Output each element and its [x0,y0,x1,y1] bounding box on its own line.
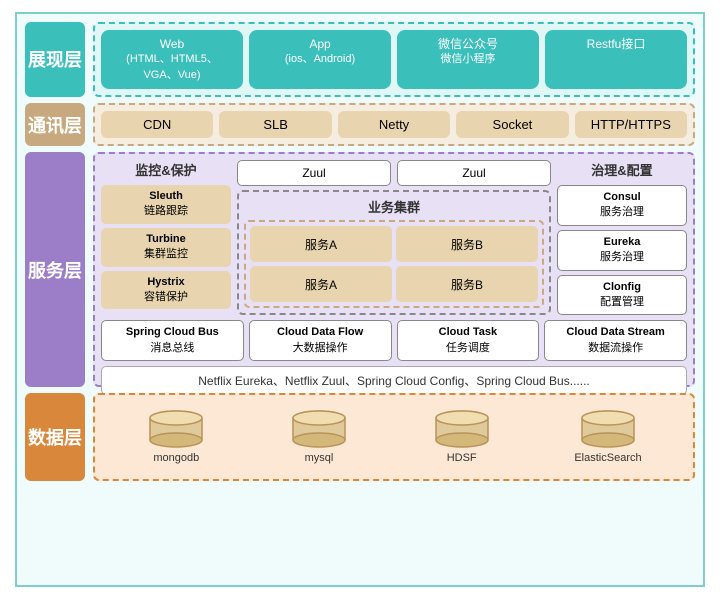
service-cell-b1: 服务B [396,226,538,262]
tool-bus: Spring Cloud Bus 消息总线 [101,320,244,361]
presentation-items: Web (HTML、HTML5、VGA、Vue) App (ios、Androi… [101,30,687,90]
architecture-diagram: 展现层 Web (HTML、HTML5、VGA、Vue) App (ios、An… [15,12,705,587]
comm-slb: SLB [219,111,331,138]
cluster-column: Zuul Zuul 业务集群 服务A 服务B 服务A 服务B [237,160,551,315]
tool-dataflow: Cloud Data Flow 大数据操作 [249,320,392,361]
mysql-cylinder-icon [289,410,349,448]
monitor-sleuth: Sleuth 链路跟踪 [101,185,231,224]
service-cell-a2: 服务A [250,266,392,302]
govern-eureka: Eureka 服务治理 [557,230,687,271]
zuul-row: Zuul Zuul [237,160,551,186]
db-mongodb: mongodb [146,410,206,464]
monitor-title: 监控&保护 [101,160,231,179]
service-content: 监控&保护 Sleuth 链路跟踪 Turbine 集群监控 Hystrix 容… [93,152,695,387]
mongodb-cylinder-icon [146,410,206,448]
governance-title: 治理&配置 [557,160,687,179]
zuul-box-1: Zuul [237,160,391,186]
cluster-title: 业务集群 [244,197,544,216]
tool-task: Cloud Task 任务调度 [397,320,540,361]
govern-consul: Consul 服务治理 [557,185,687,226]
pres-item-web: Web (HTML、HTML5、VGA、Vue) [101,30,243,90]
communication-label: 通讯层 [25,103,85,146]
db-elasticsearch-label: ElasticSearch [574,452,641,464]
monitor-turbine: Turbine 集群监控 [101,228,231,267]
data-layer-row: 数据层 mongodb [25,393,695,481]
presentation-content: Web (HTML、HTML5、VGA、Vue) App (ios、Androi… [93,22,695,98]
data-content: mongodb mysql [93,393,695,481]
presentation-label: 展现层 [25,22,85,98]
comm-socket: Socket [456,111,568,138]
business-cluster: 业务集群 服务A 服务B 服务A 服务B [237,190,551,315]
communication-content: CDN SLB Netty Socket HTTP/HTTPS [93,103,695,146]
db-elasticsearch: ElasticSearch [574,410,641,464]
db-mongodb-label: mongodb [153,452,199,464]
elasticsearch-cylinder-icon [578,410,638,448]
comm-netty: Netty [338,111,450,138]
db-mysql: mysql [289,410,349,464]
communication-layer-row: 通讯层 CDN SLB Netty Socket HTTP/HTTPS [25,103,695,146]
govern-clonfig: Clonfig 配置管理 [557,275,687,316]
db-mysql-label: mysql [305,452,334,464]
communication-items: CDN SLB Netty Socket HTTP/HTTPS [101,111,687,138]
service-layer-row: 服务层 监控&保护 Sleuth 链路跟踪 Turbine 集群监控 Hystr… [25,152,695,387]
db-hdsf-label: HDSF [447,452,477,464]
comm-https: HTTP/HTTPS [575,111,687,138]
service-tools: Spring Cloud Bus 消息总线 Cloud Data Flow 大数… [101,320,687,361]
governance-column: 治理&配置 Consul 服务治理 Eureka 服务治理 Clonfig 配置… [557,160,687,315]
service-cell-b2: 服务B [396,266,538,302]
tool-datastream: Cloud Data Stream 数据流操作 [544,320,687,361]
hdsf-cylinder-icon [432,410,492,448]
service-label: 服务层 [25,152,85,387]
pres-item-wechat: 微信公众号 微信小程序 [397,30,539,90]
service-cell-a1: 服务A [250,226,392,262]
pres-item-restful: Restfu接口 [545,30,687,90]
db-hdsf: HDSF [432,410,492,464]
data-label: 数据层 [25,393,85,481]
netflix-row: Netflix Eureka、Netflix Zuul、Spring Cloud… [101,366,687,395]
service-grid: 服务A 服务B 服务A 服务B [244,220,544,308]
presentation-layer-row: 展现层 Web (HTML、HTML5、VGA、Vue) App (ios、An… [25,22,695,98]
zuul-box-2: Zuul [397,160,551,186]
monitor-column: 监控&保护 Sleuth 链路跟踪 Turbine 集群监控 Hystrix 容… [101,160,231,315]
comm-cdn: CDN [101,111,213,138]
service-main: 监控&保护 Sleuth 链路跟踪 Turbine 集群监控 Hystrix 容… [101,160,687,315]
monitor-hystrix: Hystrix 容错保护 [101,271,231,310]
pres-item-app: App (ios、Android) [249,30,391,90]
